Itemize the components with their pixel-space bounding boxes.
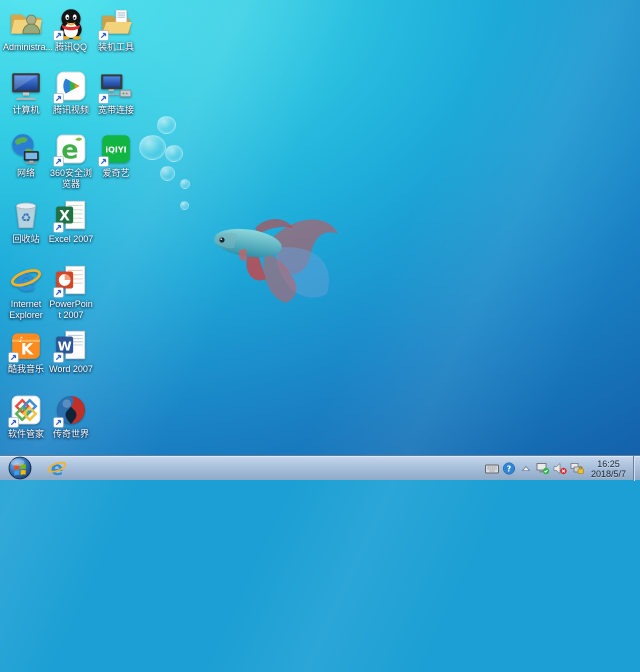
taskbar: ? 16:25 2018/5/7	[0, 455, 640, 480]
iqiyi[interactable]: 爱奇艺	[93, 132, 139, 179]
install-tools-folder[interactable]: 装机工具	[93, 6, 139, 53]
desktop-icon-grid: Administra...腾讯QQ装机工具计算机腾讯视频宽带连接网络360安全浏…	[0, 0, 640, 455]
iqiyi-icon	[99, 132, 133, 166]
icon-label: 装机工具	[93, 42, 139, 53]
clock-time: 16:25	[591, 459, 626, 469]
shortcut-arrow-icon	[53, 352, 64, 363]
tencent-video[interactable]: 腾讯视频	[48, 69, 94, 116]
system-tray: ? 16:25 2018/5/7	[483, 456, 634, 481]
shortcut-arrow-icon	[98, 156, 109, 167]
device-ready-icon[interactable]	[536, 462, 551, 476]
kuwo-music[interactable]: 酷我音乐	[3, 328, 49, 375]
kuwo-music-icon	[9, 328, 43, 362]
administrator-folder[interactable]: Administra...	[3, 6, 49, 53]
software-manager-icon	[9, 393, 43, 427]
taskbar-ie-button[interactable]	[46, 458, 68, 479]
360-safe-browser-icon	[54, 132, 88, 166]
show-desktop-button[interactable]	[633, 456, 640, 481]
recycle-bin[interactable]: 回收站	[3, 198, 49, 245]
icon-label: 网络	[3, 168, 49, 179]
shortcut-arrow-icon	[98, 30, 109, 41]
tencent-qq-icon	[54, 6, 88, 40]
broadband-connection[interactable]: 宽带连接	[93, 69, 139, 116]
360-safe-browser[interactable]: 360安全浏览器	[48, 132, 94, 190]
legend-world[interactable]: 传奇世界	[48, 393, 94, 440]
icon-label: 腾讯QQ	[48, 42, 94, 53]
icon-label: 传奇世界	[48, 429, 94, 440]
administrator-folder-icon	[9, 6, 43, 40]
shortcut-arrow-icon	[53, 156, 64, 167]
svg-text:?: ?	[507, 464, 512, 473]
icon-label: Administra...	[3, 42, 49, 53]
powerpoint-2007[interactable]: PowerPoint 2007	[48, 263, 94, 321]
network-warning-icon[interactable]	[570, 462, 585, 476]
legend-world-icon	[54, 393, 88, 427]
powerpoint-2007-icon	[54, 263, 88, 297]
word-2007[interactable]: Word 2007	[48, 328, 94, 375]
network[interactable]: 网络	[3, 132, 49, 179]
internet-explorer[interactable]: Internet Explorer	[3, 263, 49, 321]
shortcut-arrow-icon	[53, 287, 64, 298]
shortcut-arrow-icon	[53, 417, 64, 428]
icon-label: 回收站	[3, 234, 49, 245]
network-icon	[9, 132, 43, 166]
recycle-bin-icon	[9, 198, 43, 232]
computer-icon	[9, 69, 43, 103]
shortcut-arrow-icon	[53, 93, 64, 104]
internet-explorer-icon	[9, 263, 43, 297]
icon-label: 爱奇艺	[93, 168, 139, 179]
show-hidden-icons-arrow[interactable]	[519, 462, 534, 476]
tencent-qq[interactable]: 腾讯QQ	[48, 6, 94, 53]
icon-label: PowerPoint 2007	[48, 299, 94, 321]
taskbar-clock[interactable]: 16:25 2018/5/7	[591, 459, 626, 479]
shortcut-arrow-icon	[8, 352, 19, 363]
shortcut-arrow-icon	[53, 222, 64, 233]
icon-label: Word 2007	[48, 364, 94, 375]
broadband-connection-icon	[99, 69, 133, 103]
icon-label: Excel 2007	[48, 234, 94, 245]
install-tools-folder-icon	[99, 6, 133, 40]
icon-label: 宽带连接	[93, 105, 139, 116]
computer[interactable]: 计算机	[3, 69, 49, 116]
icon-label: 360安全浏览器	[48, 168, 94, 190]
input-method-keyboard-icon[interactable]	[485, 462, 500, 476]
start-button[interactable]	[8, 456, 32, 480]
shortcut-arrow-icon	[98, 93, 109, 104]
shortcut-arrow-icon	[8, 417, 19, 428]
icon-label: 酷我音乐	[3, 364, 49, 375]
icon-label: 计算机	[3, 105, 49, 116]
excel-2007[interactable]: Excel 2007	[48, 198, 94, 245]
tencent-video-icon	[54, 69, 88, 103]
help-icon[interactable]: ?	[502, 462, 517, 476]
volume-muted-icon[interactable]	[553, 462, 568, 476]
icon-label: Internet Explorer	[3, 299, 49, 321]
shortcut-arrow-icon	[53, 30, 64, 41]
excel-2007-icon	[54, 198, 88, 232]
clock-date: 2018/5/7	[591, 469, 626, 479]
icon-label: 软件管家	[3, 429, 49, 440]
icon-label: 腾讯视频	[48, 105, 94, 116]
software-manager[interactable]: 软件管家	[3, 393, 49, 440]
word-2007-icon	[54, 328, 88, 362]
